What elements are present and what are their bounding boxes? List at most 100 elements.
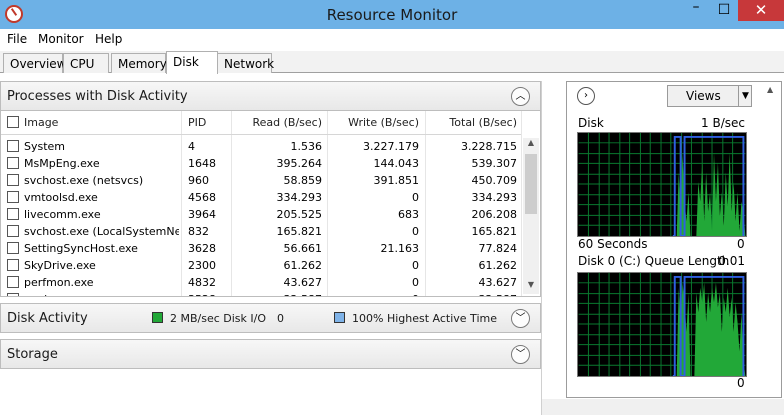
window-title: Resource Monitor (326, 6, 458, 24)
table-row[interactable]: livecomm.exe 3964 205.525 683 206.208 (1, 206, 521, 223)
cell-total: 450.709 (471, 174, 518, 187)
tab-network[interactable]: Network (217, 53, 274, 73)
cell-write: 0 (412, 225, 419, 238)
expand-chevron-icon[interactable]: ﹀ (511, 345, 530, 364)
storage-section-header[interactable]: Storage ﹀ (0, 339, 541, 369)
cell-read: 205.525 (276, 208, 323, 221)
row-checkbox[interactable] (7, 174, 19, 186)
cell-pid: 960 (188, 174, 209, 187)
column-header-image[interactable]: Image (24, 116, 58, 129)
column-header-pid[interactable]: PID (188, 116, 206, 129)
panel-splitter[interactable] (541, 81, 542, 415)
maximize-button[interactable]: ☐ (710, 0, 738, 21)
cell-pid: 1648 (188, 157, 216, 170)
disk-graph-title: Disk (578, 116, 604, 130)
cell-image: svchost.exe (netsvcs) (24, 174, 144, 187)
cell-image: vmtoolsd.exe (24, 191, 98, 204)
tab-overview[interactable]: Overview (3, 53, 67, 73)
processes-section-header[interactable]: Processes with Disk Activity ︿ (0, 81, 541, 111)
menu-help[interactable]: Help (95, 32, 122, 46)
table-row[interactable]: svchost.exe (netsvcs) 960 58.859 391.851 450… (1, 172, 521, 189)
processes-section-title: Processes with Disk Activity (7, 89, 188, 104)
cell-read: 61.262 (283, 259, 323, 272)
title-bar: Resource Monitor – ☐ ✕ (0, 0, 784, 29)
collapse-panel-icon[interactable]: › (577, 87, 595, 105)
scroll-up-icon[interactable]: ▲ (523, 138, 539, 152)
expand-chevron-icon[interactable]: ﹀ (511, 309, 530, 328)
cell-pid: 3628 (188, 242, 216, 255)
collapse-chevron-icon[interactable]: ︿ (511, 87, 530, 106)
cell-read: 56.661 (283, 242, 323, 255)
panel-horizontal-scrollbar[interactable] (542, 399, 784, 415)
row-checkbox[interactable] (7, 208, 19, 220)
row-checkbox[interactable] (7, 259, 19, 271)
cell-write: 0 (412, 259, 419, 272)
tab-memory[interactable]: Memory (111, 53, 167, 73)
disk-io-value: 0 (277, 312, 284, 325)
row-checkbox[interactable] (7, 191, 19, 203)
queue-graph-scale: 0.01 (718, 254, 745, 268)
disk-graph-scale: 1 B/sec (701, 116, 745, 130)
table-scrollbar[interactable]: ▲ ▼ (523, 138, 539, 294)
row-checkbox[interactable] (7, 242, 19, 254)
table-row[interactable]: System 4 1.536 3.227.179 3.228.715 (1, 138, 521, 155)
row-checkbox[interactable] (7, 276, 19, 288)
table-row[interactable]: perfmon.exe 4832 43.627 0 43.627 (1, 274, 521, 291)
disk-activity-section-header[interactable]: Disk Activity 2 MB/sec Disk I/O 0 100% H… (0, 303, 541, 333)
views-dropdown[interactable]: Views ▼ (667, 85, 752, 107)
table-header: Image PID Read (B/sec) Write (B/sec) Tot… (1, 111, 521, 135)
disk-graph-time-label: 60 Seconds (578, 237, 648, 251)
cell-image: explorer.exe (24, 293, 179, 296)
dropdown-arrow-icon[interactable]: ▼ (738, 86, 752, 106)
disk-activity-title: Disk Activity (7, 311, 88, 326)
cell-read: 334.293 (276, 191, 323, 204)
row-checkbox[interactable] (7, 157, 19, 169)
table-row[interactable]: explorer.exe352832.587032.587 (1, 291, 521, 296)
minimize-button[interactable]: – (682, 0, 710, 21)
queue-length-graph (577, 272, 747, 377)
row-checkbox[interactable] (7, 140, 19, 152)
table-row[interactable]: svchost.exe (LocalSystemNet... 832 165.821… (1, 223, 521, 240)
table-row[interactable]: SettingSyncHost.exe 3628 56.661 21.163 77.82… (1, 240, 521, 257)
cell-image: svchost.exe (LocalSystemNet... (24, 225, 179, 238)
cell-write: 0 (412, 276, 419, 289)
column-header-total[interactable]: Total (B/sec) (425, 116, 517, 129)
table-row[interactable]: vmtoolsd.exe 4568 334.293 0 334.293 (1, 189, 521, 206)
close-button[interactable]: ✕ (738, 0, 784, 21)
storage-title: Storage (7, 347, 58, 362)
cell-pid: 3528 (188, 293, 216, 296)
cell-image: System (24, 140, 66, 153)
table-row[interactable]: SkyDrive.exe 2300 61.262 0 61.262 (1, 257, 521, 274)
cell-read: 32.587 (231, 293, 323, 296)
cell-pid: 4568 (188, 191, 216, 204)
cell-read: 58.859 (283, 174, 323, 187)
graph-panel: › Views ▼ ▲ Disk 1 B/sec 60 Seconds 0 Di… (566, 81, 782, 398)
row-checkbox[interactable] (7, 293, 19, 296)
cell-read: 165.821 (276, 225, 323, 238)
cell-read: 43.627 (283, 276, 323, 289)
select-all-checkbox[interactable] (7, 116, 19, 128)
cell-image: SkyDrive.exe (24, 259, 96, 272)
cell-write: 144.043 (373, 157, 420, 170)
tab-cpu[interactable]: CPU (63, 53, 109, 73)
menu-monitor[interactable]: Monitor (38, 32, 84, 46)
scroll-down-icon[interactable]: ▼ (523, 280, 539, 294)
column-header-write[interactable]: Write (B/sec) (326, 116, 419, 129)
cell-write: 0 (412, 191, 419, 204)
tab-strip: Overview CPU Memory Disk Network (0, 51, 784, 74)
table-row[interactable]: MsMpEng.exe 1648 395.264 144.043 539.307 (1, 155, 521, 172)
column-header-read[interactable]: Read (B/sec) (231, 116, 322, 129)
row-checkbox[interactable] (7, 225, 19, 237)
tab-disk[interactable]: Disk (166, 51, 218, 74)
panel-scroll-up-icon[interactable]: ▲ (767, 85, 781, 94)
cell-total: 43.627 (478, 276, 518, 289)
cell-total: 77.824 (478, 242, 518, 255)
cell-write: 391.851 (373, 174, 420, 187)
scroll-thumb[interactable] (525, 154, 537, 214)
cell-total: 206.208 (471, 208, 518, 221)
menu-file[interactable]: File (7, 32, 27, 46)
cell-read: 395.264 (276, 157, 323, 170)
cell-total: 539.307 (471, 157, 518, 170)
cell-write: 3.227.179 (363, 140, 419, 153)
cell-total: 32.587 (425, 293, 518, 296)
